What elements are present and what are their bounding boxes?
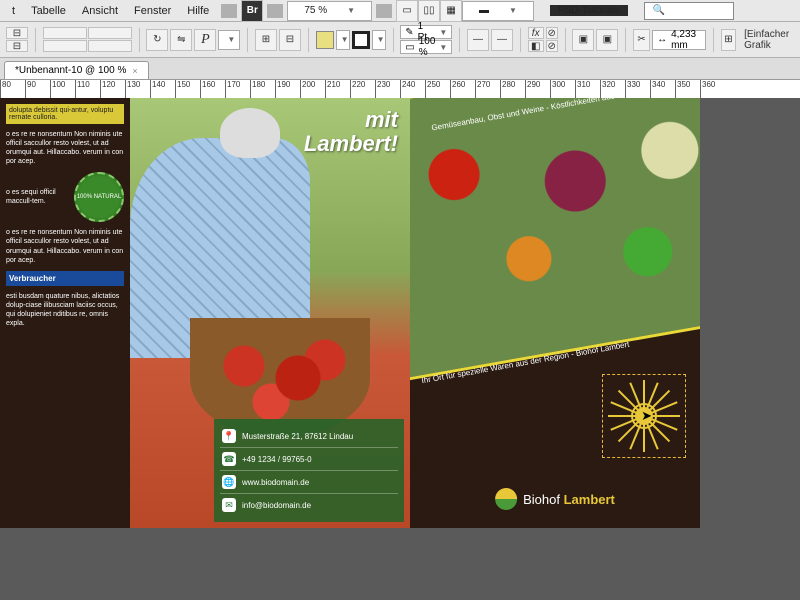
paragraph-icon[interactable]: P <box>194 29 216 51</box>
brochure-mid-panel: mit Lambert! 📍Musterstraße 21, 87612 Lin… <box>130 98 410 528</box>
mail-icon: ✉ <box>222 498 236 512</box>
headline: mit Lambert! <box>304 108 398 156</box>
psd-tutorials-badge[interactable]: PSD-Tutorials <box>550 5 628 16</box>
graphic-label: [Einfacher Grafik <box>744 29 794 51</box>
crop-icon[interactable]: ✂ <box>633 29 650 51</box>
document-canvas[interactable]: dolupta debissit qui-antur, voluptu rern… <box>0 98 700 528</box>
pin-icon: 📍 <box>222 429 236 443</box>
distribute-v-icon[interactable]: ⊟ <box>279 29 301 51</box>
mm-field[interactable]: ↔ 4,233 mm <box>652 30 706 50</box>
tab-title: *Unbenannt-10 @ 100 % <box>15 65 126 76</box>
menu-t[interactable]: t <box>4 5 23 17</box>
zoom-select[interactable]: 75 %▼ <box>287 1 372 21</box>
frame-icon[interactable]: ⊞ <box>721 29 736 51</box>
fx-none-icon[interactable]: ⊘ <box>546 27 558 39</box>
xy-fields <box>43 27 132 52</box>
globe-icon: 🌐 <box>222 475 236 489</box>
diagonal-photo-frame <box>410 98 700 381</box>
rotate-icon[interactable]: ↻ <box>146 29 168 51</box>
address-row: 📍Musterstraße 21, 87612 Lindau <box>220 425 398 448</box>
menubar: t Tabelle Ansicht Fenster Hilfe Br 75 %▼… <box>0 0 800 22</box>
rotate-select[interactable]: ▼ <box>218 30 240 50</box>
view-mode-2-icon[interactable]: ▯▯ <box>418 0 440 22</box>
mail-row: ✉info@biodomain.de <box>220 494 398 516</box>
opacity-icon[interactable]: ◧ <box>528 40 544 52</box>
separator <box>376 4 392 18</box>
brochure-right-panel: GL Gemüseanbau, Obst und Weine - Köstlic… <box>410 98 700 528</box>
contact-box: 📍Musterstraße 21, 87612 Lindau ☎+49 1234… <box>214 419 404 522</box>
blue-heading: Verbraucher <box>6 271 124 286</box>
x-field[interactable] <box>43 27 87 39</box>
brand-footer: Biohof Lambert <box>495 488 615 510</box>
body-text-3: o es re re nonsentum Non niminis ute off… <box>6 228 124 264</box>
opacity-clear-icon[interactable]: ⊘ <box>546 40 558 52</box>
natural-stamp-icon: 100% NATURAL <box>74 172 124 222</box>
fill-select[interactable]: ▼ <box>336 30 350 50</box>
view-mode-3-icon[interactable]: ▦ <box>440 0 462 22</box>
fill-swatch[interactable] <box>316 31 334 49</box>
close-icon[interactable]: × <box>132 66 137 76</box>
stroke-swatch[interactable] <box>352 31 370 49</box>
cursor-icon: ➤ <box>641 408 652 424</box>
menu-ansicht[interactable]: Ansicht <box>74 5 126 17</box>
cap-icon[interactable]: — <box>467 29 489 51</box>
w-field[interactable] <box>88 27 132 39</box>
body-text-4: esti busdam quature nibus, alictatios do… <box>6 292 124 328</box>
fx-button[interactable]: fx <box>528 27 544 39</box>
distribute-h-icon[interactable]: ⊞ <box>255 29 277 51</box>
h-field[interactable] <box>88 40 132 52</box>
web-row: 🌐www.biodomain.de <box>220 471 398 494</box>
beard-graphic <box>220 108 280 158</box>
separator <box>267 4 283 18</box>
tab-bar: *Unbenannt-10 @ 100 % × <box>0 58 800 80</box>
toolbar: ⊟ ⊟ ↻ ⇋ P ▼ ⊞ ⊟ ▼ ▼ ✎ 1 Pt▼ ▭ 100 %▼ — <box>0 22 800 58</box>
brochure-left-panel: dolupta debissit qui-antur, voluptu rern… <box>0 98 130 528</box>
y-field[interactable] <box>43 40 87 52</box>
view-mode-1-icon[interactable]: ▭ <box>396 0 418 22</box>
document-tab[interactable]: *Unbenannt-10 @ 100 % × <box>4 61 149 79</box>
search-input[interactable]: 🔍 <box>644 2 734 20</box>
body-text-2: o es sequi officil maccull-tem. <box>6 188 70 206</box>
join-icon[interactable]: — <box>491 29 513 51</box>
align-col-icon[interactable]: ⊟ <box>6 40 28 52</box>
bridge-button[interactable]: Br <box>241 0 263 22</box>
wrap-icon[interactable]: ▣ <box>572 29 594 51</box>
phone-row: ☎+49 1234 / 99765-0 <box>220 448 398 471</box>
yellow-callout: dolupta debissit qui-antur, voluptu rern… <box>6 104 124 124</box>
separator <box>221 4 237 18</box>
body-text-1: o es re re nonsentum Non niminis ute off… <box>6 130 124 166</box>
phone-icon: ☎ <box>222 452 236 466</box>
menu-hilfe[interactable]: Hilfe <box>179 5 217 17</box>
menu-tabelle[interactable]: Tabelle <box>23 5 74 17</box>
stroke-select[interactable]: ▼ <box>372 30 386 50</box>
flip-h-icon[interactable]: ⇋ <box>170 29 192 51</box>
view-mode-select[interactable]: ▬▼ <box>462 1 534 21</box>
align-row-icon[interactable]: ⊟ <box>6 27 28 39</box>
wrap2-icon[interactable]: ▣ <box>596 29 618 51</box>
vegetable-photo <box>410 98 700 377</box>
menu-fenster[interactable]: Fenster <box>126 5 179 17</box>
scale-pct[interactable]: ▭ 100 %▼ <box>400 40 452 54</box>
workspace: dolupta debissit qui-antur, voluptu rern… <box>0 98 800 600</box>
horizontal-ruler[interactable]: 8090100110120130140150160170180190200210… <box>0 80 800 98</box>
brand-logo-icon <box>495 488 517 510</box>
